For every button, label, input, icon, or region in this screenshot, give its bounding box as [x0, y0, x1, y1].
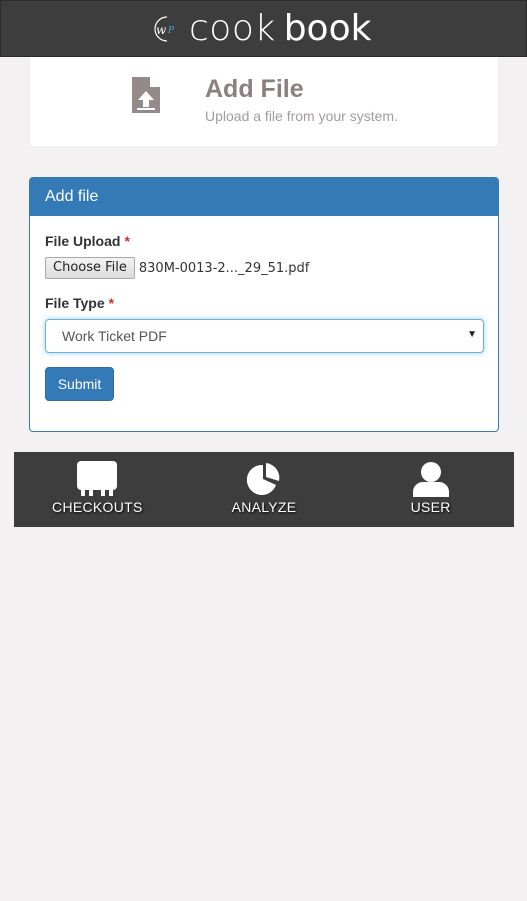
file-upload-label: File Upload *	[45, 233, 130, 249]
file-upload-icon	[132, 77, 160, 113]
submit-button[interactable]: Submit	[45, 367, 114, 401]
wp-logo-icon: w P	[154, 16, 175, 42]
file-upload-input[interactable]: Choose File 830M-0013-2..._29_51.pdf	[45, 257, 309, 279]
page-header-card: Add File Upload a file from your system.	[29, 57, 499, 147]
panel-heading: Add file	[30, 178, 498, 216]
checkouts-icon	[77, 461, 118, 496]
file-type-label-text: File Type	[45, 295, 105, 311]
brand[interactable]: w P cook book	[153, 7, 371, 51]
selected-file-name: 830M-0013-2..._29_51.pdf	[138, 260, 310, 276]
top-bar: w P cook book	[0, 0, 527, 57]
svg-text:w: w	[156, 23, 167, 37]
file-type-select[interactable]: Work Ticket PDF ▼	[45, 319, 484, 353]
nav-item-checkouts[interactable]: CHECKOUTS	[14, 452, 181, 527]
brand-cook-text: cook	[189, 8, 276, 49]
add-file-panel: Add file File Upload * Choose File 830M-0…	[29, 177, 499, 432]
nav-label-user: USER	[410, 499, 451, 515]
brand-book-text: book	[283, 8, 372, 49]
nav-label-analyze: ANALYZE	[231, 499, 297, 515]
file-type-label: File Type *	[45, 295, 114, 311]
file-type-selected-value: Work Ticket PDF	[62, 328, 167, 344]
nav-item-analyze[interactable]: ANALYZE	[181, 452, 348, 527]
nav-label-checkouts: CHECKOUTS	[52, 499, 143, 515]
required-mark: *	[108, 295, 115, 311]
svg-text:P: P	[167, 26, 175, 36]
bottom-nav: CHECKOUTS ANALYZE USER	[14, 452, 514, 527]
page-subtitle: Upload a file from your system.	[205, 108, 398, 124]
choose-file-button[interactable]: Choose File	[45, 257, 135, 279]
pie-chart-icon	[246, 463, 280, 495]
nav-item-user[interactable]: USER	[347, 452, 514, 527]
chevron-down-icon: ▼	[467, 329, 477, 340]
user-icon	[412, 462, 449, 497]
page-title: Add File	[205, 75, 304, 103]
file-upload-label-text: File Upload	[45, 233, 121, 249]
required-mark: *	[124, 233, 130, 249]
